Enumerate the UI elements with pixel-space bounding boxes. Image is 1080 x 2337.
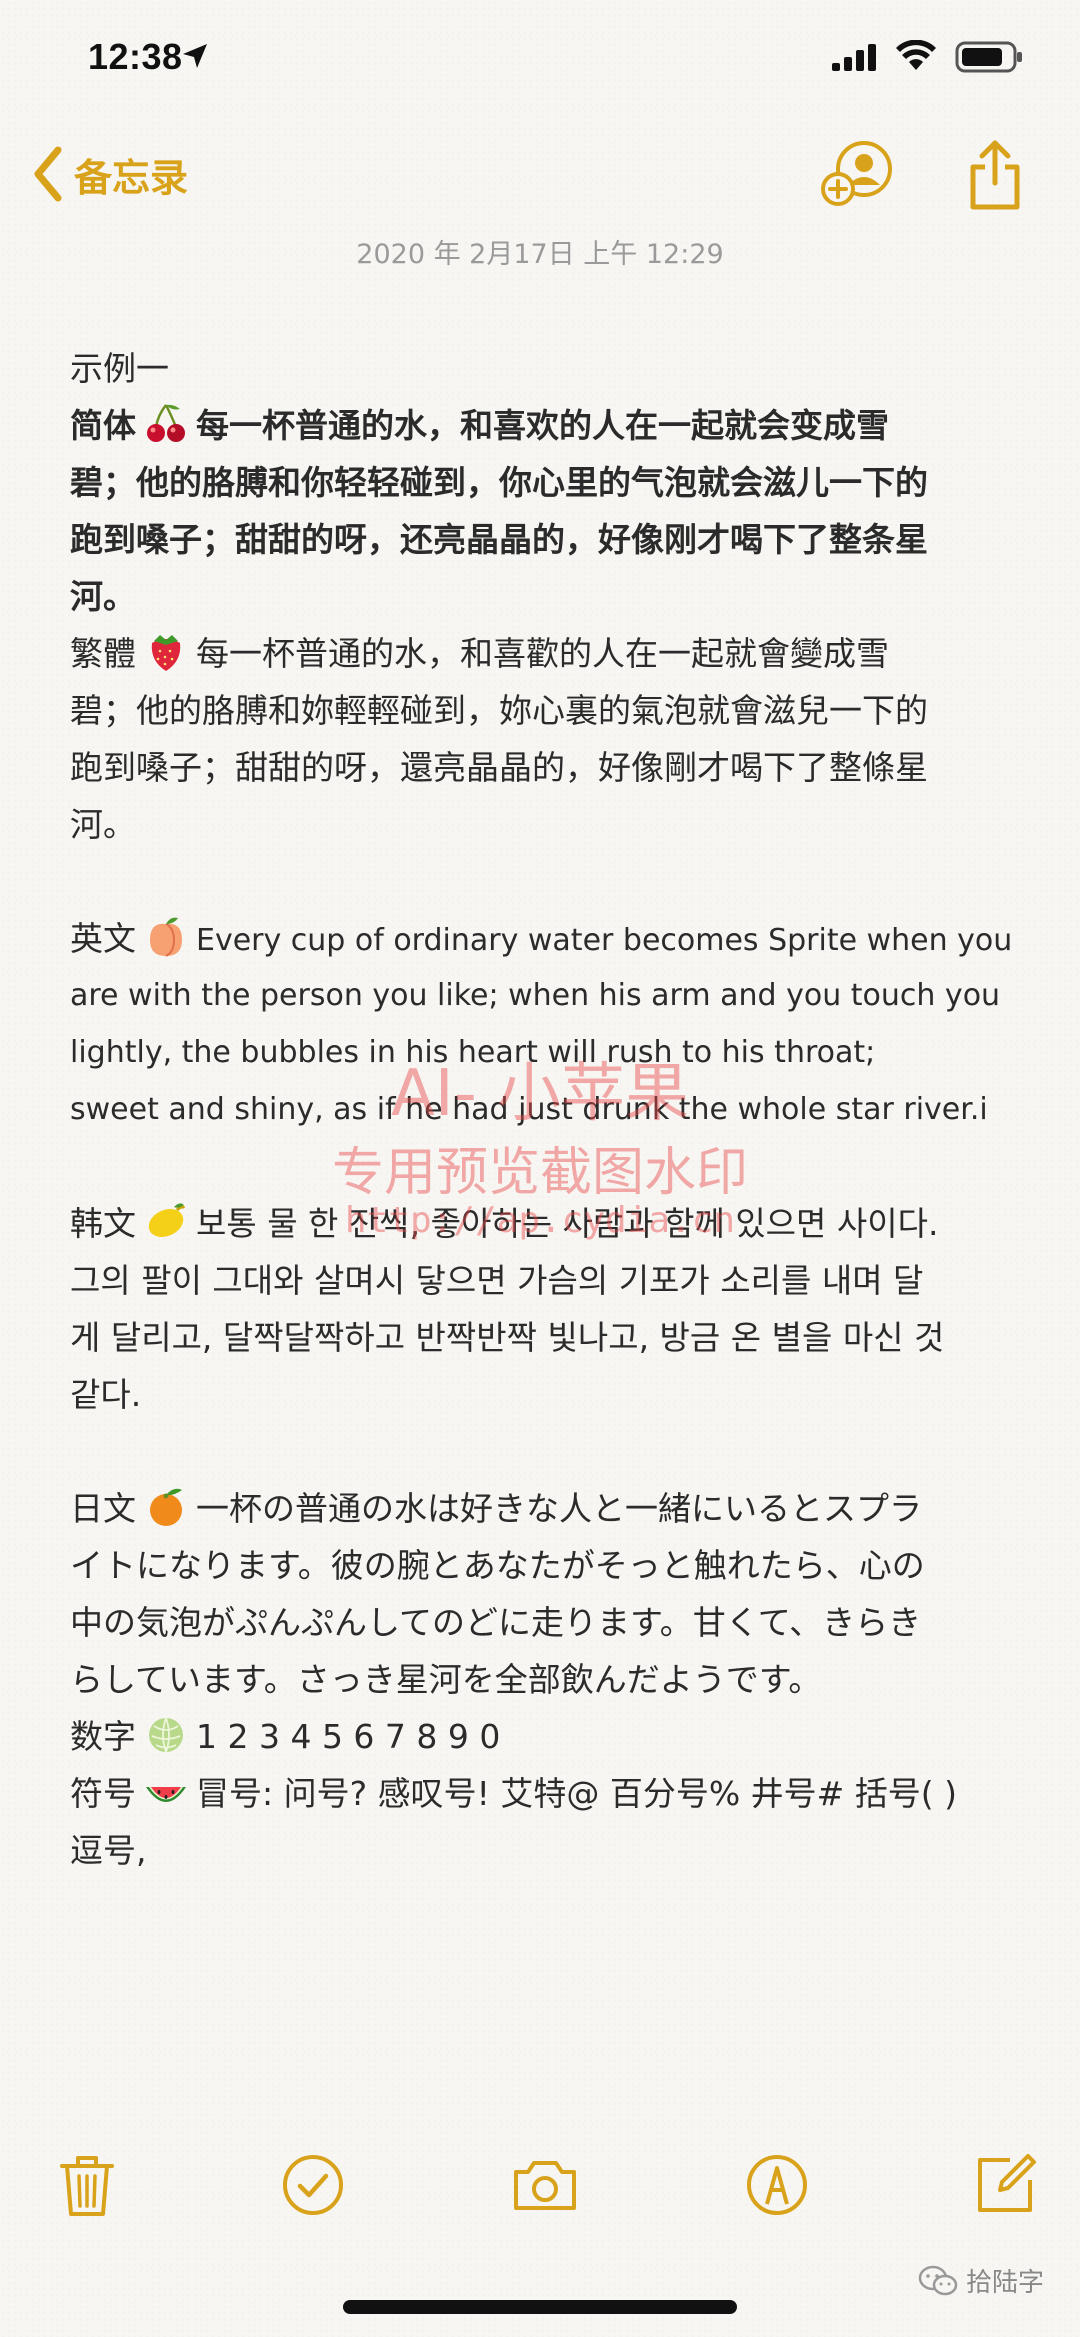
english-line-3: lightly, the bubbles in his heart will r…	[70, 1035, 876, 1070]
numbers-line: 数字 1 2 3 4 5 6 7 8 9 0	[70, 1708, 1010, 1765]
japanese-line-2: イトになります。彼の腕とあなたがそっと触れたら、心の	[70, 1546, 925, 1585]
symbols-label: 符号	[70, 1774, 136, 1813]
wechat-account-name: 拾陆字	[966, 2268, 1045, 2298]
melon-emoji	[149, 1717, 183, 1753]
note-date: 2020 年 2月17日 上午 12:29	[356, 239, 724, 270]
numbers-text: 1 2 3 4 5 6 7 8 9 0	[196, 1717, 501, 1756]
bottom-toolbar	[0, 2150, 1080, 2230]
markup-icon[interactable]	[742, 2150, 812, 2220]
cherries-emoji	[147, 404, 185, 442]
note-body[interactable]: 示例一 简体 每一杯普通的水，和喜欢的人在一起就会变成雪 碧；他的胳膊和你轻轻碰…	[70, 340, 1010, 1879]
camera-icon[interactable]	[510, 2150, 580, 2220]
simplified-line-2: 碧；他的胳膊和你轻轻碰到，你心里的气泡就会滋儿一下的	[70, 463, 928, 502]
battery-icon	[955, 41, 1022, 73]
simplified-line-4: 河。	[70, 577, 136, 616]
trash-icon[interactable]	[52, 2150, 122, 2220]
english-line-1: 英文 Every cup of ordinary water becomes S…	[70, 910, 1010, 967]
nav-bar: 备忘录	[0, 125, 1080, 225]
korean-line-2: 그의 팔이 그대와 살며시 닿으면 가슴의 기포가 소리를 내며 달	[70, 1261, 924, 1300]
korean-line-4: 같다.	[70, 1375, 142, 1414]
japanese-line-4: らしています。さっき星河を全部飲んだようです。	[70, 1660, 822, 1699]
english-label: 英文	[70, 919, 136, 958]
traditional-line-4: 河。	[70, 805, 136, 844]
wifi-icon	[896, 40, 936, 70]
share-icon[interactable]	[965, 137, 1025, 211]
back-label: 备忘录	[74, 155, 189, 200]
japanese-line-1: 日文 一杯の普通の水は好きな人と一緒にいるとスプラ	[70, 1480, 1010, 1537]
japanese-label: 日文	[70, 1489, 136, 1528]
back-button[interactable]: 备忘录	[30, 139, 188, 209]
status-bar: 12:38	[0, 0, 1080, 120]
note-heading: 示例一	[70, 349, 169, 388]
korean-text-1: 보통 물 한 잔씩, 좋아하는 사람과 함께 있으면 사이다.	[196, 1204, 939, 1243]
traditional-label: 繁體	[70, 634, 136, 673]
symbols-line: 符号 冒号: 问号? 感叹号! 艾特@ 百分号% 井号# 括号( )	[70, 1765, 1010, 1822]
english-line-4: sweet and shiny, as if he had just drunk…	[70, 1092, 988, 1127]
numbers-label: 数字	[70, 1717, 136, 1756]
location-arrow-icon	[183, 44, 207, 68]
chevron-left-icon	[34, 146, 62, 202]
japanese-text-1: 一杯の普通の水は好きな人と一緒にいるとスプラ	[196, 1489, 922, 1528]
japanese-line-3: 中の気泡がぷんぷんしてのどに走ります。甘くて、きらき	[70, 1603, 922, 1642]
korean-label: 韩文	[70, 1204, 136, 1243]
simplified-text-1: 每一杯普通的水，和喜欢的人在一起就会变成雪	[196, 406, 889, 445]
cellular-signal-icon	[832, 44, 876, 71]
korean-line-3: 게 달리고, 달짝달짝하고 반짝반짝 빛나고, 방금 온 별을 마신 것	[70, 1318, 945, 1357]
checklist-icon[interactable]	[278, 2150, 348, 2220]
traditional-line-3: 跑到嗓子；甜甜的呀，還亮晶晶的，好像剛才喝下了整條星	[70, 748, 928, 787]
peach-emoji	[150, 917, 182, 957]
status-time: 12:38	[88, 36, 183, 77]
add-person-icon[interactable]	[820, 139, 896, 209]
symbols-line-2: 逗号,	[70, 1831, 147, 1870]
tangerine-emoji	[150, 1488, 182, 1526]
wechat-icon	[918, 2265, 958, 2295]
english-line-2: are with the person you like; when his a…	[70, 978, 1001, 1013]
simplified-line-3: 跑到嗓子；甜甜的呀，还亮晶晶的，好像刚才喝下了整条星	[70, 520, 928, 559]
compose-icon[interactable]	[970, 2150, 1040, 2220]
traditional-text-1: 每一杯普通的水，和喜歡的人在一起就會變成雪	[196, 634, 889, 673]
traditional-line-1: 繁體 每一杯普通的水，和喜歡的人在一起就會變成雪	[70, 625, 1010, 682]
symbols-text: 冒号: 问号? 感叹号! 艾特@ 百分号% 井号# 括号( )	[196, 1774, 958, 1813]
watermelon-emoji	[146, 1787, 186, 1802]
korean-line-1: 韩文 보통 물 한 잔씩, 좋아하는 사람과 함께 있으면 사이다.	[70, 1195, 1010, 1252]
strawberry-emoji	[151, 635, 181, 671]
simplified-line-1: 简体 每一杯普通的水，和喜欢的人在一起就会变成雪	[70, 397, 1010, 454]
wechat-account-badge: 拾陆字	[918, 2262, 1044, 2299]
lemon-emoji	[148, 1203, 186, 1238]
home-indicator[interactable]	[343, 2300, 737, 2314]
english-text-1: Every cup of ordinary water becomes Spri…	[196, 923, 1010, 958]
traditional-line-2: 碧；他的胳膊和妳輕輕碰到，妳心裏的氣泡就會滋兒一下的	[70, 691, 928, 730]
simplified-label: 简体	[70, 406, 136, 445]
